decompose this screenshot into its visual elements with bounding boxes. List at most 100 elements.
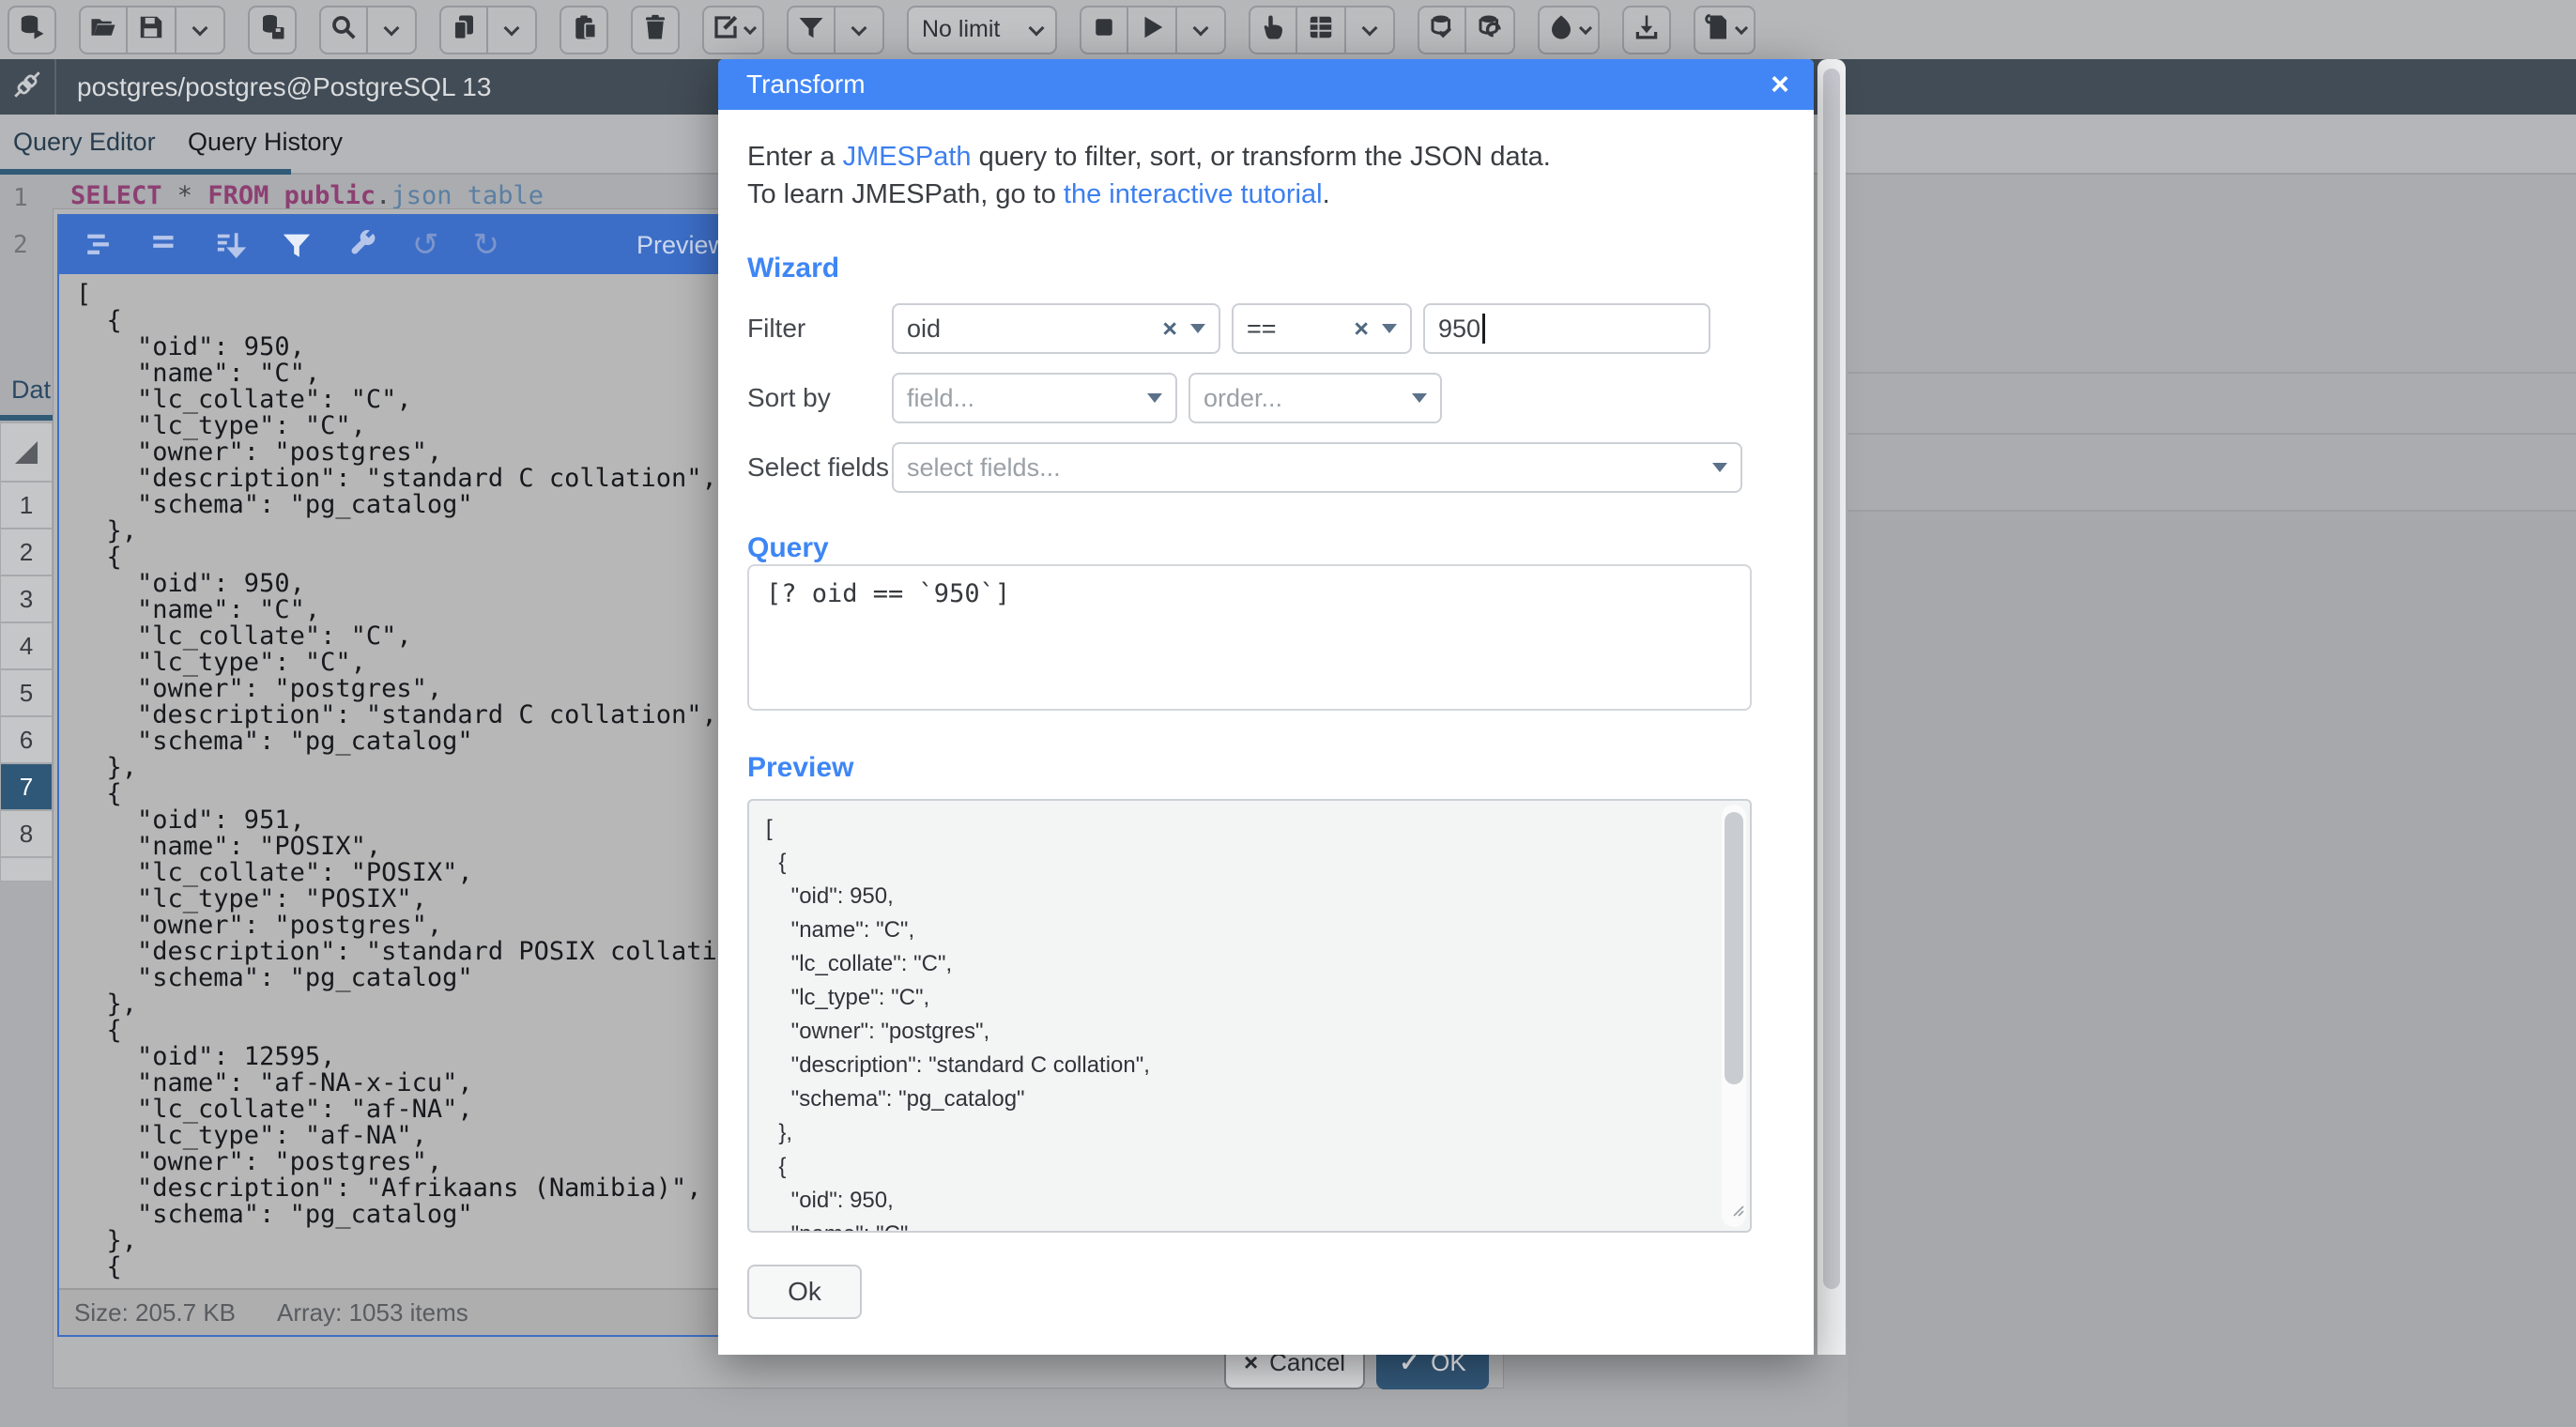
execute-menu-button[interactable]	[1177, 6, 1226, 54]
compact-json-button[interactable]	[149, 229, 181, 261]
clear-icon[interactable]: ×	[1354, 315, 1369, 344]
download-button[interactable]	[1622, 6, 1671, 54]
grid-row-header[interactable]: 3	[0, 575, 53, 622]
find-button[interactable]	[319, 6, 368, 54]
sql-keyword: FROM	[207, 181, 268, 210]
rollback-button[interactable]	[1466, 6, 1515, 54]
select-fields-combobox[interactable]: select fields...	[892, 442, 1742, 493]
jmespath-link[interactable]: JMESPath	[843, 142, 972, 172]
chevron-down-icon	[1412, 393, 1427, 403]
panel-divider	[1848, 433, 2576, 435]
save-file-button[interactable]	[128, 6, 176, 54]
filter-button[interactable]	[787, 6, 836, 54]
undo-button[interactable]: ↺	[412, 229, 439, 261]
delete-button[interactable]	[631, 6, 680, 54]
preview-scrollbar-thumb[interactable]	[1725, 812, 1743, 1084]
explain-analyze-button[interactable]	[1297, 6, 1346, 54]
row-limit-value: No limit	[922, 16, 1000, 43]
grid-row-header[interactable]: 6	[0, 716, 53, 763]
save-file-icon	[137, 13, 165, 46]
select-fields-label: Select fields	[747, 453, 892, 483]
paste-button[interactable]	[560, 6, 608, 54]
grid-row-header[interactable]: 1	[0, 482, 53, 529]
filter-icon	[797, 13, 825, 46]
filter-field-combobox[interactable]: oid ×	[892, 303, 1220, 354]
filter-operator-combobox[interactable]: == ×	[1232, 303, 1412, 354]
resize-handle-icon[interactable]	[1729, 1193, 1744, 1227]
panel-divider	[1848, 372, 2576, 374]
transform-dialog-header[interactable]: Transform ×	[718, 59, 1814, 110]
save-data-button[interactable]	[248, 6, 297, 54]
stop-icon	[1090, 13, 1118, 46]
sort-label: Sort by	[747, 383, 892, 413]
text-caret	[1482, 314, 1485, 344]
sort-json-button[interactable]	[215, 229, 247, 261]
preview-content: [ { "oid": 950, "name": "C", "lc_collate…	[766, 812, 1750, 1233]
open-file-button[interactable]	[79, 6, 128, 54]
clear-menu-button[interactable]	[1538, 6, 1600, 54]
hand-pointer-icon	[1259, 13, 1287, 46]
chevron-down-icon	[1362, 20, 1378, 36]
play-icon	[1138, 13, 1166, 46]
query-tool-icon	[18, 13, 46, 46]
find-menu-button[interactable]	[368, 6, 417, 54]
dialog-scrollbar-track[interactable]	[1817, 59, 1846, 1355]
filter-menu-button[interactable]	[836, 6, 884, 54]
tab-query-editor[interactable]: Query Editor	[13, 128, 156, 157]
chevron-down-icon	[1147, 393, 1162, 403]
grid-row-header[interactable]: 8	[0, 810, 53, 857]
connection-status-box[interactable]	[0, 59, 56, 115]
tab-query-history[interactable]: Query History	[188, 128, 343, 157]
save-file-menu-button[interactable]	[176, 6, 225, 54]
commit-button[interactable]	[1418, 6, 1466, 54]
grid-row-header[interactable]: 5	[0, 669, 53, 716]
explain-menu-button[interactable]	[1346, 6, 1395, 54]
grid-row-header[interactable]: 4	[0, 622, 53, 669]
filter-json-button[interactable]	[281, 229, 313, 261]
chevron-down-icon	[851, 20, 867, 36]
paste-icon	[570, 13, 598, 46]
redo-button[interactable]: ↻	[473, 229, 500, 261]
chevron-down-icon	[1193, 20, 1209, 36]
tutorial-link[interactable]: the interactive tutorial	[1064, 179, 1323, 209]
preview-heading: Preview	[747, 752, 1754, 784]
tab-data-output[interactable]: Dat	[11, 376, 51, 405]
query-textarea[interactable]: [? oid == `950`]	[747, 564, 1752, 711]
clear-icon[interactable]: ×	[1162, 315, 1177, 344]
open-file-icon	[89, 13, 117, 46]
macro-menu-button[interactable]	[1694, 6, 1756, 54]
grid-row-header-selected[interactable]: 7	[0, 763, 53, 810]
close-icon[interactable]: ×	[1771, 69, 1789, 100]
sort-order-combobox[interactable]: order...	[1188, 373, 1442, 423]
format-json-button[interactable]	[84, 229, 115, 261]
dialog-scrollbar-thumb[interactable]	[1823, 69, 1840, 1289]
stop-button[interactable]	[1080, 6, 1128, 54]
sort-field-combobox[interactable]: field...	[892, 373, 1177, 423]
query-tool-button[interactable]	[8, 6, 56, 54]
transform-wrench-button[interactable]	[346, 229, 378, 261]
edit-icon	[712, 13, 740, 46]
row-limit-select[interactable]: No limit	[907, 6, 1057, 54]
transform-ok-button[interactable]: Ok	[747, 1265, 862, 1319]
active-tab-underline	[0, 169, 291, 175]
execute-button[interactable]	[1128, 6, 1177, 54]
sql-editor-line[interactable]: SELECT * FROM public.json_table	[70, 181, 544, 210]
chevron-down-icon	[744, 21, 757, 34]
chevron-down-icon	[1382, 324, 1397, 333]
filter-operator-value: ==	[1247, 315, 1354, 344]
script-icon	[1703, 13, 1731, 46]
grid-select-all-cell[interactable]	[0, 422, 53, 482]
eraser-icon	[1547, 13, 1575, 46]
copy-button[interactable]	[439, 6, 488, 54]
edit-menu-button[interactable]	[702, 6, 764, 54]
preview-panel[interactable]: [ { "oid": 950, "name": "C", "lc_collate…	[747, 799, 1752, 1233]
grid-row-header[interactable]: 2	[0, 529, 53, 575]
trash-icon	[641, 13, 669, 46]
select-all-triangle-icon	[15, 441, 38, 464]
wizard-heading: Wizard	[747, 253, 1754, 284]
chevron-down-icon	[1579, 21, 1592, 34]
explain-button[interactable]	[1249, 6, 1297, 54]
filter-value-input[interactable]: 950	[1423, 303, 1710, 354]
copy-menu-button[interactable]	[488, 6, 537, 54]
transform-dialog-body: Enter a JMESPath query to filter, sort, …	[718, 110, 1814, 1319]
